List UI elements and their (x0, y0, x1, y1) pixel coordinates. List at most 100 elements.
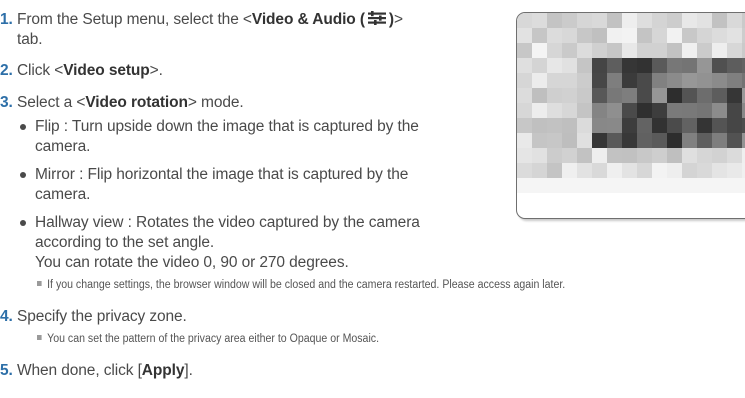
mosaic-cell (652, 43, 667, 58)
mosaic-cell (562, 103, 577, 118)
mosaic-cell (682, 178, 697, 193)
step-number: 4. (0, 308, 13, 325)
mosaic-cell (592, 88, 607, 103)
mosaic-cell (577, 133, 592, 148)
mosaic-cell (712, 43, 727, 58)
mosaic-cell (562, 73, 577, 88)
mosaic-cell (652, 178, 667, 193)
mosaic-cell (517, 43, 532, 58)
mosaic-cell (562, 118, 577, 133)
mosaic-cell (682, 163, 697, 178)
step-text: From the Setup menu, select the < (16, 11, 252, 28)
mosaic-cell (607, 103, 622, 118)
mosaic-cell (517, 178, 532, 193)
mosaic-cell (682, 88, 697, 103)
mosaic-cell (652, 73, 667, 88)
mosaic-pattern (517, 13, 745, 193)
bullet-dot (20, 220, 26, 226)
mosaic-cell (592, 178, 607, 193)
mosaic-cell (607, 178, 622, 193)
mosaic-privacy-zone-screenshot (516, 12, 745, 219)
mosaic-cell (592, 103, 607, 118)
mosaic-cell (562, 163, 577, 178)
bullet-mirror-line2: camera. (35, 186, 91, 203)
mosaic-cell (712, 163, 727, 178)
step-1: 1. From the Setup menu, select the <Vide… (0, 10, 403, 30)
mosaic-cell (727, 118, 742, 133)
mosaic-cell (622, 13, 637, 28)
mosaic-cell (637, 163, 652, 178)
mosaic-cell (727, 73, 742, 88)
mosaic-cell (562, 58, 577, 73)
step-2: 2. Click <Video setup>. (0, 61, 163, 81)
mosaic-cell (682, 118, 697, 133)
mosaic-cell (592, 58, 607, 73)
mosaic-cell (667, 163, 682, 178)
mosaic-cell (622, 103, 637, 118)
mosaic-cell (697, 103, 712, 118)
mosaic-cell (547, 58, 562, 73)
mosaic-cell (697, 73, 712, 88)
mosaic-cell (697, 28, 712, 43)
option-name: Video rotation (85, 94, 188, 111)
mosaic-cell (697, 13, 712, 28)
mosaic-cell (532, 73, 547, 88)
manual-page: 1. From the Setup menu, select the <Vide… (0, 0, 745, 398)
mosaic-cell (547, 13, 562, 28)
mosaic-cell (547, 163, 562, 178)
step-text-end: > (393, 11, 403, 28)
mosaic-cell (547, 178, 562, 193)
mosaic-cell (532, 118, 547, 133)
mosaic-cell (577, 43, 592, 58)
mosaic-cell (532, 58, 547, 73)
mosaic-cell (682, 148, 697, 163)
mosaic-cell (667, 58, 682, 73)
mosaic-cell (697, 133, 712, 148)
mosaic-cell (622, 58, 637, 73)
mosaic-cell (532, 103, 547, 118)
note-restart: If you change settings, the browser wind… (37, 277, 565, 293)
note-marker-icon (37, 335, 42, 341)
video-audio-settings-icon (367, 11, 386, 25)
mosaic-cell (547, 88, 562, 103)
mosaic-cell (667, 88, 682, 103)
mosaic-cell (547, 28, 562, 43)
mosaic-cell (562, 43, 577, 58)
mosaic-cell (607, 73, 622, 88)
tab-label: Video & Audio ( (251, 11, 365, 28)
mosaic-cell (652, 58, 667, 73)
mosaic-cell (637, 103, 652, 118)
mosaic-cell (517, 148, 532, 163)
mosaic-cell (562, 28, 577, 43)
mosaic-cell (652, 133, 667, 148)
mosaic-cell (682, 58, 697, 73)
mosaic-cell (712, 103, 727, 118)
mosaic-cell (637, 43, 652, 58)
mosaic-cell (637, 133, 652, 148)
step-1-continuation: tab. (17, 31, 43, 48)
mosaic-cell (517, 133, 532, 148)
mosaic-cell (547, 103, 562, 118)
mosaic-cell (712, 133, 727, 148)
mosaic-cell (697, 118, 712, 133)
mosaic-cell (697, 43, 712, 58)
mosaic-cell (682, 43, 697, 58)
mosaic-cell (652, 148, 667, 163)
bullet-flip-line2: camera. (35, 138, 91, 155)
mosaic-cell (622, 133, 637, 148)
mosaic-cell (517, 73, 532, 88)
tab-name: Video & Audio () (252, 11, 394, 28)
mosaic-cell (592, 43, 607, 58)
mosaic-cell (652, 163, 667, 178)
mosaic-cell (712, 88, 727, 103)
mosaic-cell (547, 73, 562, 88)
mosaic-cell (667, 73, 682, 88)
mosaic-cell (727, 88, 742, 103)
mosaic-cell (592, 133, 607, 148)
bullet-dot (20, 172, 26, 178)
step-number: 5. (0, 362, 13, 379)
mosaic-cell (712, 148, 727, 163)
mosaic-cell (682, 73, 697, 88)
mosaic-cell (607, 13, 622, 28)
mosaic-cell (652, 28, 667, 43)
